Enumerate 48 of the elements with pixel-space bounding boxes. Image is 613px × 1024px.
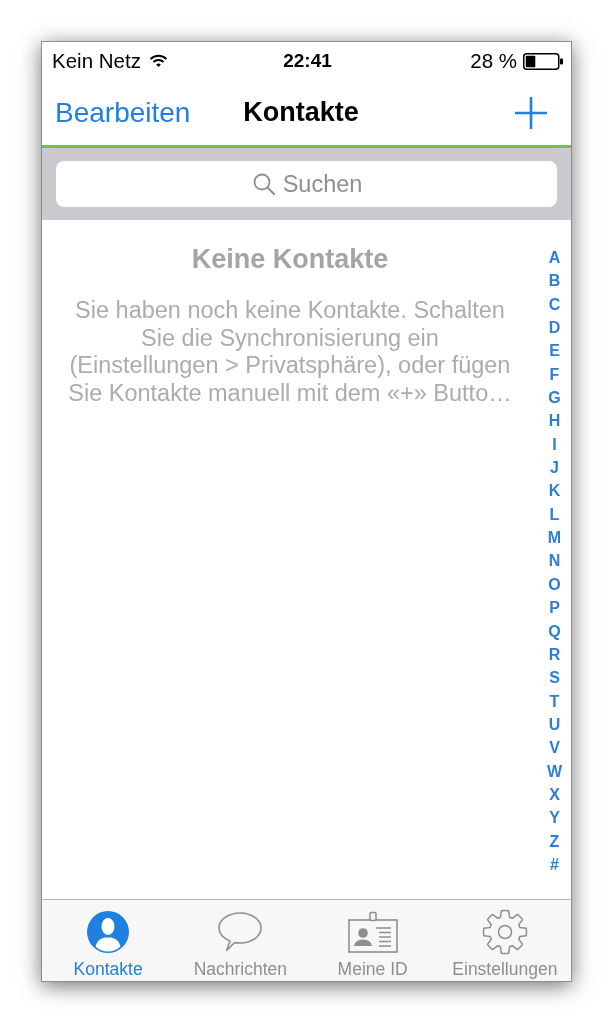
index-letter[interactable]: P [549,596,560,620]
battery-icon [523,52,563,70]
index-letter[interactable]: J [550,456,559,480]
index-letter[interactable]: Q [548,619,561,643]
index-letter[interactable]: C [548,292,561,317]
index-letter[interactable]: F [549,362,560,387]
index-letter[interactable]: Y [549,806,560,830]
search-icon [252,173,275,195]
tab[interactable]: Einstellungen [438,900,571,981]
index-letter[interactable]: H [548,409,561,433]
search-field[interactable]: Suchen [56,161,557,207]
plus-icon [515,96,547,129]
id-card-icon [347,911,398,953]
index-letter[interactable]: X [549,782,560,807]
empty-state-message: Sie haben noch keine Kontakte. Schalten Sie die Synchronisierung ein (Einstellungen > Privatsphäre), oder fügen Sie Kontakte manuell mit dem «+» Butto… [68,297,512,407]
index-letter[interactable]: K [548,479,561,503]
screen-title: Kontakte [243,97,359,128]
carrier-label: Kein Netz [52,49,141,73]
index-letter[interactable]: B [548,269,561,293]
index-letter[interactable]: S [549,666,560,690]
index-letter[interactable]: # [550,852,559,877]
tab[interactable]: Nachrichten [174,900,307,981]
index-letter[interactable]: M [547,526,562,550]
index-letter[interactable]: U [548,712,561,737]
index-letter[interactable]: G [548,386,561,410]
tab[interactable]: Kontakte [42,900,175,981]
tab[interactable]: Meine ID [306,900,439,981]
edit-button[interactable]: Bearbeiten [55,96,191,129]
index-letter[interactable]: D [548,316,561,340]
empty-state-title: Keine Kontakte [191,243,389,276]
index-letter[interactable]: A [548,246,561,270]
index-letter[interactable]: W [546,759,563,783]
speech-bubble-icon [217,911,264,953]
person-circle-icon [86,910,131,954]
wifi-icon [148,54,168,68]
add-button[interactable] [515,96,547,129]
index-letter[interactable]: R [548,642,561,667]
index-letter[interactable]: E [549,339,560,363]
index-letter[interactable]: I [552,432,557,457]
index-letter[interactable]: T [549,689,560,713]
gear-icon [481,909,528,955]
clock-time: 22:41 [283,50,332,72]
index-letter[interactable]: N [548,549,561,573]
index-letter[interactable]: Z [549,829,560,853]
index-letter[interactable]: V [549,736,560,760]
battery-percent: 28 % [470,49,517,73]
index-letter[interactable]: L [549,502,560,527]
index-letter[interactable]: O [548,572,561,597]
